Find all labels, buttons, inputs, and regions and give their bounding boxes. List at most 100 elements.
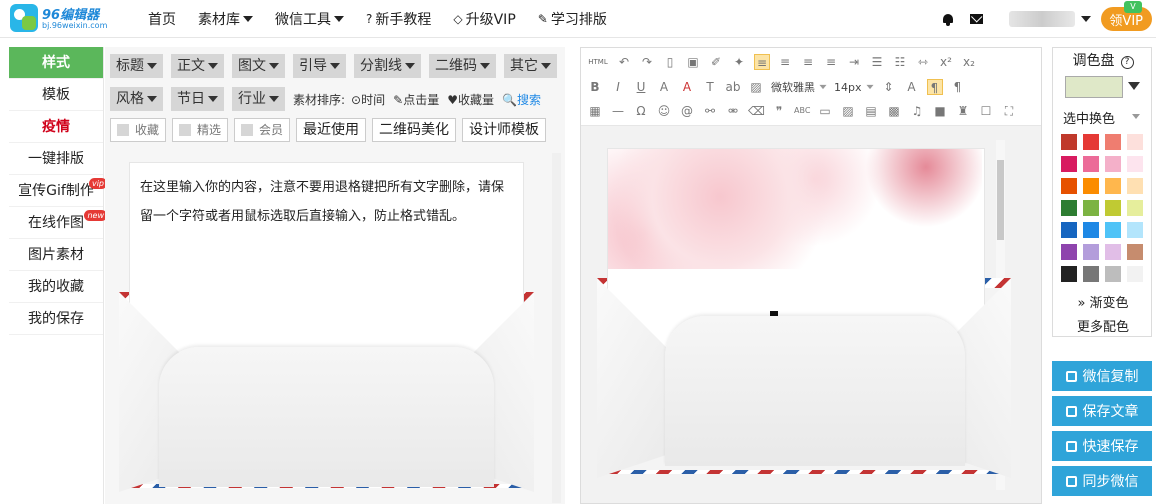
table-icon[interactable]: ▦ [587, 103, 603, 119]
superscript-icon[interactable]: x² [938, 54, 954, 70]
filter-5[interactable]: 二维码 [429, 54, 496, 78]
magic-wand-icon[interactable]: ✦ [731, 54, 747, 70]
justify-icon[interactable]: ≡ [823, 54, 839, 70]
nav-item-4[interactable]: ◇ 升级VIP [453, 9, 515, 29]
row-spacing-icon[interactable]: ⇕ [881, 79, 897, 95]
italic-icon[interactable]: I [610, 79, 626, 95]
font-size-select[interactable]: 14px [834, 81, 875, 94]
gallery-icon[interactable]: ▩ [886, 103, 902, 119]
sort-option-0[interactable]: ⊙时间 [351, 91, 385, 108]
background-icon[interactable]: ▭ [817, 103, 833, 119]
color-swatch[interactable] [1083, 134, 1099, 150]
underline-icon[interactable]: U [633, 79, 649, 95]
bold-icon[interactable]: B [587, 79, 603, 95]
redo-icon[interactable]: ↷ [639, 54, 655, 70]
sidebar-item-6[interactable]: 图片素材 [9, 239, 103, 271]
preview-text[interactable]: 在这里输入你的内容，注意不要用退格键把所有文字删除，请保留一个字符或者用鼠标选取… [140, 173, 512, 231]
special-char-icon[interactable]: Ω [633, 103, 649, 119]
color-swatch[interactable] [1127, 200, 1143, 216]
align-left-icon[interactable]: ≡ [754, 54, 770, 70]
font-style-icon[interactable]: T [702, 79, 718, 95]
filter-0[interactable]: 标题 [110, 54, 163, 78]
nav-item-5[interactable]: ✎ 学习排版 [538, 9, 607, 29]
action-button-1[interactable]: 保存文章 [1052, 396, 1152, 426]
mail-icon[interactable] [970, 14, 984, 24]
sort-option-2[interactable]: ♥收藏量 [447, 91, 494, 108]
format-brush-icon[interactable]: ✐ [708, 54, 724, 70]
editor-envelope-template[interactable] [597, 148, 1011, 478]
color-swatch[interactable] [1083, 200, 1099, 216]
background-color-icon[interactable]: ab [725, 79, 741, 95]
link-icon[interactable]: ⚯ [702, 103, 718, 119]
checkbox-2[interactable]: 会员 [234, 118, 291, 142]
insert-image-icon[interactable]: ▨ [840, 103, 856, 119]
font-color-icon[interactable]: A [679, 79, 695, 95]
color-swatch[interactable] [1105, 200, 1121, 216]
spellcheck-icon[interactable]: ABC [794, 103, 810, 119]
rtl-icon[interactable]: ¶ [950, 79, 966, 95]
fullscreen-icon[interactable]: ⛶ [1001, 103, 1017, 119]
color-swatch[interactable] [1083, 156, 1099, 172]
sidebar-item-8[interactable]: 我的保存 [9, 303, 103, 335]
unlink-icon[interactable]: ⚮ [725, 103, 741, 119]
filter-1[interactable]: 正文 [171, 54, 224, 78]
filter-button-2[interactable]: 设计师模板 [462, 118, 547, 142]
color-swatch[interactable] [1061, 200, 1077, 216]
filter-3[interactable]: 引导 [293, 54, 346, 78]
font-border-icon[interactable]: A [656, 79, 672, 95]
font-scale-icon[interactable]: A [904, 79, 920, 95]
color-swatch[interactable] [1061, 266, 1077, 282]
filter-4[interactable]: 分割线 [354, 54, 421, 78]
emoji-icon[interactable]: ☺ [656, 103, 672, 119]
nav-item-3[interactable]: ? 新手教程 [366, 9, 431, 29]
get-vip-button[interactable]: 领VIP V [1101, 1, 1152, 31]
color-swatch[interactable] [1127, 134, 1143, 150]
sort-option-1[interactable]: ✎点击量 [393, 91, 439, 108]
chevron-down-icon[interactable] [1132, 114, 1140, 119]
horizontal-rule-icon[interactable]: — [610, 103, 626, 119]
sidebar-item-1[interactable]: 模板 [9, 79, 103, 111]
color-swatch[interactable] [1127, 178, 1143, 194]
scrollbar[interactable] [552, 153, 561, 503]
search-button[interactable]: 🔍搜索 [502, 91, 541, 108]
color-swatch[interactable] [1083, 244, 1099, 260]
quote-icon[interactable]: ❞ [771, 103, 787, 119]
sidebar-item-7[interactable]: 我的收藏 [9, 271, 103, 303]
template-icon[interactable]: ☐ [978, 103, 994, 119]
color-swatch[interactable] [1105, 266, 1121, 282]
multi-image-icon[interactable]: ▤ [863, 103, 879, 119]
chevron-down-icon[interactable] [1128, 82, 1140, 90]
new-doc-icon[interactable]: ▯ [662, 54, 678, 70]
cherry-blossom-image[interactable] [608, 149, 982, 269]
color-swatch[interactable] [1127, 156, 1143, 172]
letter-spacing-icon[interactable]: ⇿ [915, 54, 931, 70]
sidebar-item-3[interactable]: 一键排版 [9, 143, 103, 175]
align-center-icon[interactable]: ≡ [777, 54, 793, 70]
color-mode-select[interactable]: 选中换色 [1063, 108, 1115, 127]
checkbox-0[interactable]: 收藏 [110, 118, 167, 142]
indent-icon[interactable]: ⇥ [846, 54, 862, 70]
paragraph-spacing-icon[interactable]: ☷ [892, 54, 908, 70]
undo-icon[interactable]: ↶ [616, 54, 632, 70]
sidebar-item-5[interactable]: 在线作图 new [9, 207, 107, 239]
color-swatch[interactable] [1105, 156, 1121, 172]
filter-row2-2[interactable]: 行业 [232, 87, 285, 111]
action-button-0[interactable]: 微信复制 [1052, 361, 1152, 391]
align-right-icon[interactable]: ≡ [800, 54, 816, 70]
color-swatch[interactable] [1127, 266, 1143, 282]
filter-button-1[interactable]: 二维码美化 [372, 118, 457, 142]
bell-icon[interactable] [942, 13, 954, 26]
ltr-icon[interactable]: ¶ [926, 79, 943, 95]
color-swatch[interactable] [1105, 134, 1121, 150]
filter-row2-1[interactable]: 节日 [171, 87, 224, 111]
color-swatch[interactable] [1061, 244, 1077, 260]
action-button-2[interactable]: 快速保存 [1052, 431, 1152, 461]
color-swatch[interactable] [1061, 156, 1077, 172]
sidebar-item-0[interactable]: 样式 [9, 47, 103, 79]
color-swatch[interactable] [1083, 266, 1099, 282]
color-swatch[interactable] [1083, 178, 1099, 194]
color-swatch[interactable] [1105, 178, 1121, 194]
filter-row2-0[interactable]: 风格 [110, 87, 163, 111]
color-swatch[interactable] [1105, 222, 1121, 238]
avatar[interactable] [1009, 11, 1076, 27]
